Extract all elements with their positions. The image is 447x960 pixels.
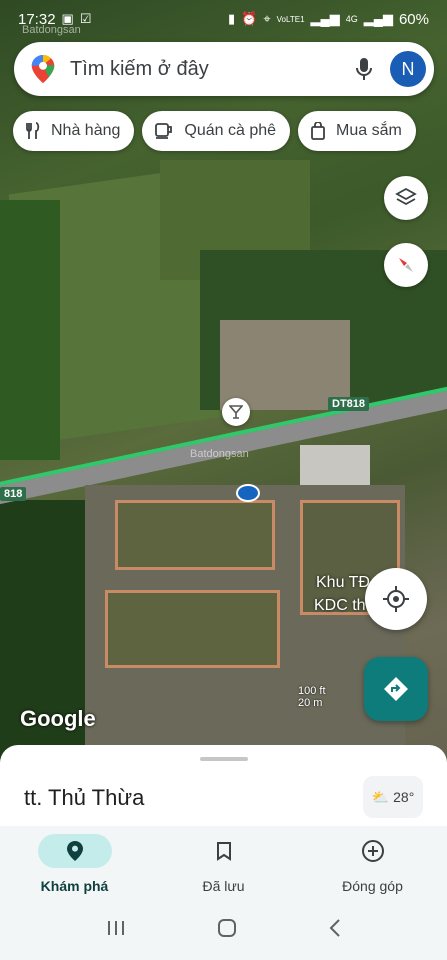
chip-restaurants[interactable]: Nhà hàng xyxy=(13,111,135,151)
map-plot xyxy=(115,500,275,570)
nav-saved[interactable]: Đã lưu xyxy=(149,826,298,901)
watermark-center: Batdongsan xyxy=(190,448,249,460)
layers-button[interactable] xyxy=(384,176,428,220)
status-bar: 17:32 ▣ ☑ ▮ ⏰ ⌖ VoLTE1 ▂▄▆ 4G ▂▄▆ 60% xyxy=(0,0,447,38)
alarm-icon: ⏰ xyxy=(241,11,258,26)
recent-apps-icon[interactable] xyxy=(106,919,126,942)
nav-contribute[interactable]: Đóng góp xyxy=(298,826,447,901)
temperature: 28° xyxy=(393,789,415,805)
area-label-1: Khu TĐ xyxy=(316,574,370,591)
map-field xyxy=(0,200,60,460)
volte-label: VoLTE1 xyxy=(276,14,305,24)
directions-icon xyxy=(384,677,408,701)
compass-button[interactable] xyxy=(384,243,428,287)
gallery-icon: ▣ xyxy=(61,11,74,26)
signal-icon: ▂▄▆ xyxy=(310,11,340,26)
map-scale: 100 ft 20 m xyxy=(298,685,326,709)
compass-icon xyxy=(399,258,413,272)
category-chips: Nhà hàng Quán cà phê Mua sắm xyxy=(13,111,416,151)
layers-icon xyxy=(395,187,417,206)
nav-label: Đã lưu xyxy=(202,878,245,894)
location-status-icon: ⌖ xyxy=(263,11,271,26)
scale-meters: 20 m xyxy=(298,697,323,709)
status-time: 17:32 xyxy=(18,10,56,28)
directions-button[interactable] xyxy=(364,657,428,721)
system-navigation-bar xyxy=(0,901,447,960)
road-label-818: 818 xyxy=(0,487,27,501)
road-label-dt818: DT818 xyxy=(328,397,370,411)
location-pin-icon xyxy=(37,834,112,868)
chip-label: Mua sắm xyxy=(336,122,402,139)
microphone-icon[interactable] xyxy=(344,49,384,89)
battery-percent: 60% xyxy=(398,10,429,28)
add-circle-icon xyxy=(336,834,410,868)
nav-label: Khám phá xyxy=(40,878,109,894)
battery-save-icon: ▮ xyxy=(227,11,236,26)
chip-coffee[interactable]: Quán cà phê xyxy=(142,111,291,151)
bookmark-icon xyxy=(187,834,261,868)
chip-shopping[interactable]: Mua sắm xyxy=(298,111,416,151)
checkbox-icon: ☑ xyxy=(79,11,92,26)
chip-label: Quán cà phê xyxy=(184,122,277,139)
back-icon[interactable] xyxy=(328,918,342,943)
map-building xyxy=(300,445,370,485)
chip-label: Nhà hàng xyxy=(51,122,121,139)
signal-icon-2: ▂▄▆ xyxy=(363,11,393,26)
search-bar[interactable]: Tìm kiếm ở đây N xyxy=(14,42,434,96)
bar-place-icon[interactable] xyxy=(222,398,250,426)
crosshair-icon xyxy=(383,586,409,612)
google-logo: Google xyxy=(20,706,96,731)
my-location-button[interactable] xyxy=(365,568,427,630)
nav-explore[interactable]: Khám phá xyxy=(0,826,149,901)
area-label-2: KDC th xyxy=(314,597,366,614)
network-label: 4G xyxy=(345,14,358,24)
home-icon[interactable] xyxy=(217,918,237,943)
coffee-cup-icon xyxy=(154,122,174,140)
bottom-navigation: Khám phá Đã lưu Đóng góp xyxy=(0,826,447,901)
google-maps-pin-icon xyxy=(31,54,55,84)
sheet-drag-handle[interactable] xyxy=(200,757,248,761)
shopping-bag-icon xyxy=(310,122,326,140)
current-location-dot xyxy=(236,484,260,502)
avatar[interactable]: N xyxy=(390,51,426,87)
weather-chip[interactable]: ⛅ 28° xyxy=(363,776,423,818)
nav-label: Đóng góp xyxy=(342,878,403,894)
fork-knife-icon xyxy=(25,122,41,140)
search-input[interactable]: Tìm kiếm ở đây xyxy=(70,58,344,81)
place-name: tt. Thủ Thừa xyxy=(24,785,145,810)
partly-cloudy-icon: ⛅ xyxy=(371,788,390,805)
map-plot xyxy=(105,590,280,668)
scale-feet: 100 ft xyxy=(298,685,326,697)
